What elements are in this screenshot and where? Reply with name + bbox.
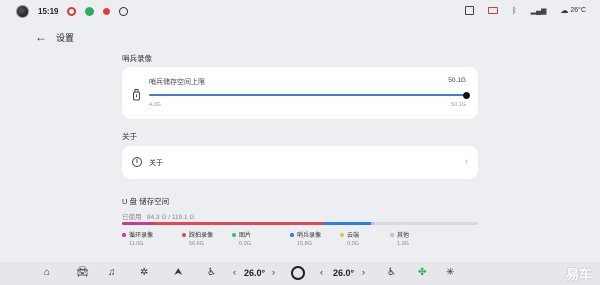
legend-label: 图片 xyxy=(232,230,251,239)
slider-thumb[interactable] xyxy=(462,91,470,99)
legend-name: 图片 xyxy=(239,233,252,239)
legend-name: 其他 xyxy=(397,233,410,239)
fan-speed-icon[interactable]: ✳ xyxy=(446,267,454,278)
watermark-logo: 易车 xyxy=(565,267,592,282)
home-icon[interactable]: ⌂ xyxy=(44,267,50,278)
storage-used-label: 已使用 xyxy=(122,214,142,221)
storage-segment xyxy=(122,222,155,225)
legend-size: 1.0G xyxy=(397,241,409,247)
legend-size: 56.6G xyxy=(189,241,204,247)
status-bar: 15:19 ᛒ ▂▄▆ ☁ 26°C xyxy=(0,0,600,24)
legend-dot-icon xyxy=(340,232,344,237)
legend-item: 踩拍录像 56.6G xyxy=(182,230,213,247)
legend-size: 15.8G xyxy=(297,241,312,247)
legend-size: 0.0G xyxy=(347,241,359,247)
storage-limit-value: 50.1G xyxy=(448,77,466,84)
legend-dot-icon xyxy=(232,232,236,237)
legend-size: 11.0G xyxy=(129,241,144,247)
about-item[interactable]: i 关于 › xyxy=(122,146,478,179)
clover-icon[interactable]: ✤ xyxy=(418,267,426,278)
page-title: 设置 xyxy=(56,33,75,43)
app-red-icon[interactable] xyxy=(67,7,77,16)
music-note-icon[interactable]: ♫ xyxy=(108,267,116,278)
app-green-icon[interactable] xyxy=(85,7,95,16)
right-temperature: 26.0° xyxy=(333,268,355,278)
legend-size: 0.0G xyxy=(239,241,251,247)
legend-dot-icon xyxy=(290,232,294,237)
legend-dot-icon xyxy=(390,232,394,237)
legend-item: 循环录像 11.0G xyxy=(122,230,153,247)
slider-min-label: 4.0G xyxy=(149,102,161,108)
camera-icon[interactable] xyxy=(487,7,498,14)
bottom-dock: ⌂ 🚘︎ ♫ ✲ ⮝ ♿︎ ‹ 26.0° › ‹ 26.0° › ♿︎ ✤ ✳… xyxy=(0,262,600,285)
screen-share-icon[interactable] xyxy=(464,6,474,15)
legend-label: 循环录像 xyxy=(122,230,153,239)
right-temp-up-button[interactable]: › xyxy=(362,267,365,277)
about-section-label: 关于 xyxy=(122,132,137,141)
storage-limit-title: 哨兵储存空间上限 xyxy=(149,79,205,86)
about-item-label: 关于 xyxy=(149,160,163,167)
legend-name: 循环录像 xyxy=(129,233,154,239)
signal-icon: ▂▄▆ xyxy=(530,7,547,15)
legend-item: 其他 1.0G xyxy=(390,230,409,247)
storage-used: 已使用 84.3 G / 119.1 G xyxy=(122,211,195,221)
storage-segment xyxy=(371,222,375,225)
storage-usage-bar xyxy=(122,222,478,225)
legend-label: 云端 xyxy=(340,230,359,239)
left-temperature: 26.0° xyxy=(244,268,266,278)
legend-item: 云端 0.0G xyxy=(340,230,359,247)
seat-right-icon[interactable]: ♿︎ xyxy=(387,267,396,278)
legend-item: 哨兵录像 15.8G xyxy=(290,230,321,247)
seat-left-icon[interactable]: ♿︎ xyxy=(207,267,216,278)
status-bar-right: ᛒ ▂▄▆ ☁ 26°C xyxy=(464,6,586,15)
legend-dot-icon xyxy=(122,232,126,237)
legend-label: 其他 xyxy=(390,230,409,239)
storage-segment xyxy=(323,222,372,225)
legend-dot-icon xyxy=(182,232,186,237)
storage-used-value: 84.3 G / 119.1 G xyxy=(146,214,195,221)
cloud-icon: ☁ xyxy=(560,6,569,15)
sentry-limit-card: 哨兵储存空间上限 50.1G 4.0G 50.1G xyxy=(122,67,478,119)
app-red-dot-icon[interactable] xyxy=(103,8,111,15)
legend-label: 哨兵录像 xyxy=(290,230,321,239)
sentry-section-label: 哨兵录像 xyxy=(122,54,152,63)
slider-fill xyxy=(149,94,466,96)
avatar[interactable] xyxy=(16,5,29,18)
left-temp-up-button[interactable]: › xyxy=(272,267,275,277)
status-bar-left: 15:19 xyxy=(16,5,129,18)
chevron-right-icon: › xyxy=(465,156,468,166)
legend-name: 云端 xyxy=(347,233,360,239)
legend-name: 踩拍录像 xyxy=(189,233,214,239)
fan-icon[interactable]: ✲ xyxy=(140,267,148,278)
back-button[interactable]: ← xyxy=(35,30,47,44)
legend-name: 哨兵录像 xyxy=(297,233,322,239)
car-icon[interactable]: 🚘︎ xyxy=(76,267,89,278)
legend-item: 图片 0.0G xyxy=(232,230,251,247)
storage-section-label: U 盘 储存空间 xyxy=(122,197,170,206)
legend-label: 踩拍录像 xyxy=(182,230,213,239)
usb-drive-icon xyxy=(133,89,140,101)
bluetooth-icon[interactable]: ᛒ xyxy=(512,6,517,15)
settings-ring-icon[interactable] xyxy=(119,7,129,16)
clock: 15:19 xyxy=(38,7,59,16)
nav-arrow-icon[interactable]: ⮝ xyxy=(174,267,183,278)
storage-segment xyxy=(154,222,324,225)
right-temp-down-button[interactable]: ‹ xyxy=(320,267,323,277)
climate-power-button[interactable] xyxy=(291,266,305,280)
slider-max-label: 50.1G xyxy=(451,102,466,108)
weather-temp-text: 26°C xyxy=(570,7,586,14)
storage-limit-slider[interactable] xyxy=(149,91,470,99)
info-icon: i xyxy=(132,157,142,167)
left-temp-down-button[interactable]: ‹ xyxy=(233,267,236,277)
weather-temperature: ☁ 26°C xyxy=(560,6,586,15)
